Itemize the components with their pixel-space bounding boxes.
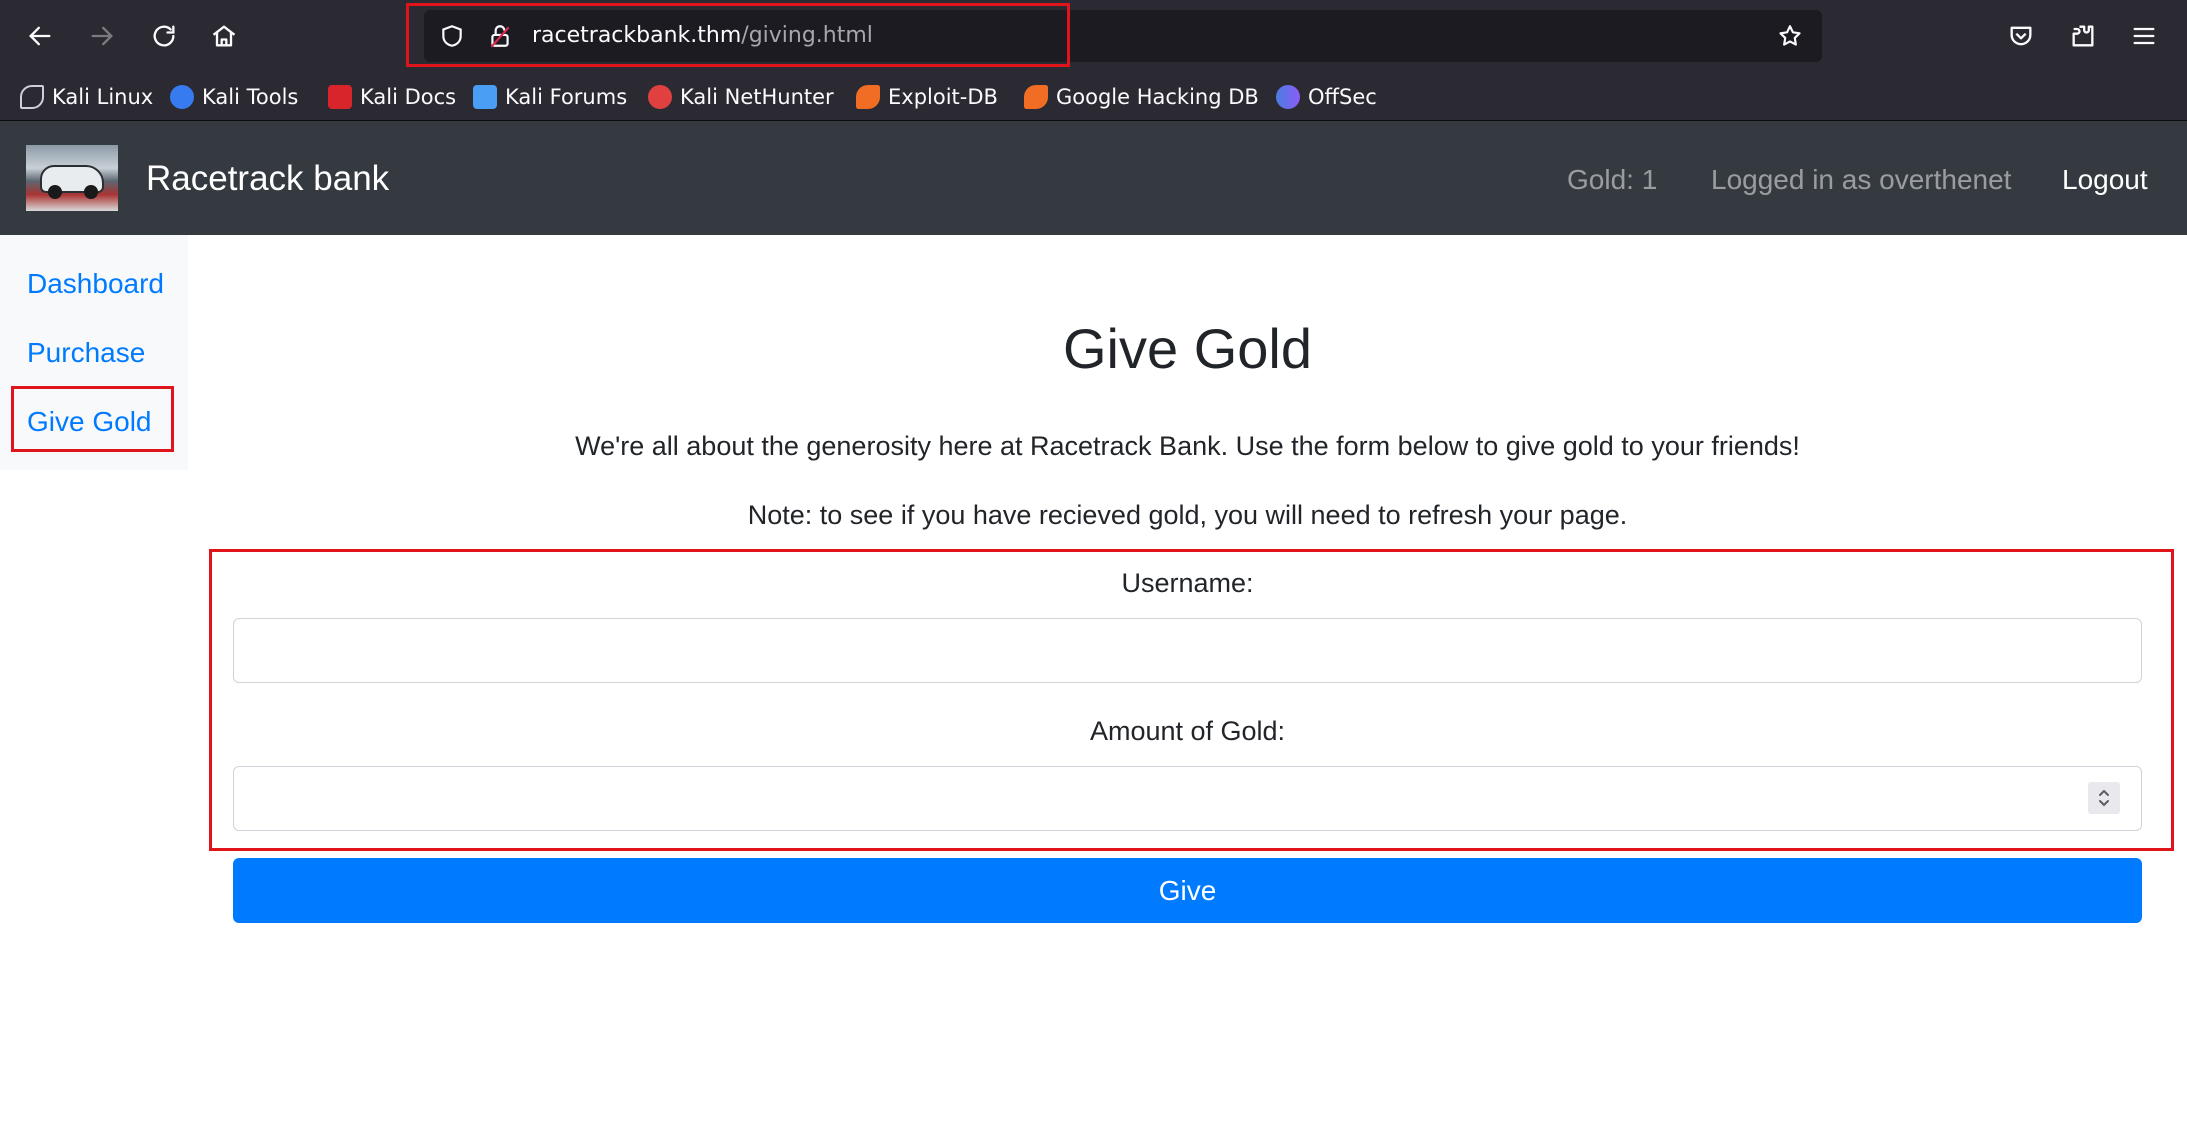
bookmark-kali-docs[interactable]: Kali Docs — [328, 83, 456, 111]
intro-text: We're all about the generosity here at R… — [575, 431, 1800, 461]
kali-dragon-icon — [20, 85, 44, 109]
logged-in-user: Logged in as overthenet — [1711, 164, 2012, 195]
bookmark-kali-nethunter[interactable]: Kali NetHunter — [648, 83, 834, 111]
extensions-icon[interactable] — [2065, 18, 2101, 54]
browser-toolbar: racetrackbank.thm/giving.html — [0, 0, 2187, 73]
bookmark-kali-tools[interactable]: Kali Tools — [170, 83, 298, 111]
bookmark-star-icon[interactable] — [1776, 22, 1804, 50]
logout-link[interactable]: Logout — [2062, 163, 2148, 197]
hamburger-menu-icon[interactable] — [2126, 18, 2162, 54]
form-highlight-box — [209, 549, 2174, 851]
sidebar-highlight-box — [11, 386, 174, 452]
google-hacking-db-icon — [1024, 85, 1048, 109]
kali-forums-icon — [473, 85, 497, 109]
url-highlight-box — [406, 3, 1070, 67]
pocket-icon[interactable] — [2003, 18, 2039, 54]
site-navbar: Racetrack bank Gold: 1 Logged in as over… — [0, 121, 2187, 235]
note-text: Note: to see if you have recieved gold, … — [747, 500, 1628, 530]
kali-docs-icon — [328, 85, 352, 109]
sidebar-item-purchase[interactable]: Purchase — [27, 336, 145, 370]
bookmark-kali-forums[interactable]: Kali Forums — [473, 83, 627, 111]
sidebar-item-dashboard[interactable]: Dashboard — [27, 267, 164, 301]
back-arrow-icon[interactable] — [20, 16, 60, 56]
brand-name[interactable]: Racetrack bank — [146, 159, 389, 199]
kali-nethunter-icon — [648, 85, 672, 109]
give-button[interactable]: Give — [233, 858, 2142, 923]
offsec-icon — [1276, 85, 1300, 109]
bookmarks-bar: Kali Linux Kali Tools Kali Docs Kali For… — [0, 73, 2187, 121]
home-icon[interactable] — [204, 16, 244, 56]
page-title: Give Gold — [1063, 317, 1312, 380]
forward-arrow-icon[interactable] — [82, 16, 122, 56]
bookmark-kali-linux[interactable]: Kali Linux — [20, 83, 153, 111]
brand-logo-car-image[interactable] — [26, 145, 118, 211]
bookmark-offsec[interactable]: OffSec — [1276, 83, 1377, 111]
kali-tools-icon — [170, 85, 194, 109]
bookmark-exploit-db[interactable]: Exploit-DB — [856, 83, 998, 111]
gold-balance: Gold: 1 — [1567, 164, 1658, 195]
car-wheel — [84, 185, 98, 199]
reload-icon[interactable] — [144, 16, 184, 56]
car-wheel — [48, 185, 62, 199]
exploit-db-icon — [856, 85, 880, 109]
bookmark-google-hacking-db[interactable]: Google Hacking DB — [1024, 83, 1259, 111]
